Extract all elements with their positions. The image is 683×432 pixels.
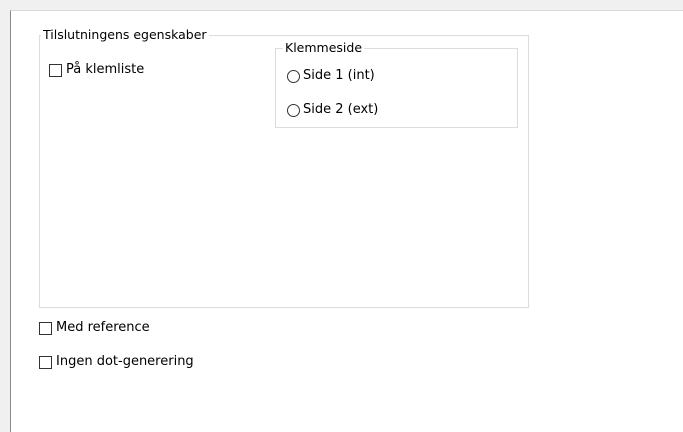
no-dot-generation-checkbox[interactable] — [39, 355, 52, 369]
no-dot-generation-label: Ingen dot-generering — [56, 354, 194, 369]
with-reference-checkbox[interactable] — [39, 321, 52, 335]
no-dot-generation-checkbox-row[interactable]: Ingen dot-generering — [39, 354, 194, 370]
on-terminal-strip-label: På klemliste — [66, 62, 145, 77]
terminal-side-group-title: Klemmeside — [283, 40, 365, 55]
radio-side-1[interactable] — [287, 69, 300, 83]
radio-side-1-label: Side 1 (int) — [303, 68, 375, 83]
properties-panel: Tilslutningens egenskaber På klemliste K… — [10, 10, 683, 432]
with-reference-label: Med reference — [56, 320, 150, 335]
terminal-side-radio-side-2[interactable]: Side 2 (ext) — [287, 102, 378, 118]
with-reference-checkbox-row[interactable]: Med reference — [39, 320, 150, 336]
radio-side-2[interactable] — [287, 103, 300, 117]
connection-properties-group-title: Tilslutningens egenskaber — [41, 27, 209, 42]
on-terminal-strip-checkbox[interactable] — [49, 63, 62, 77]
radio-side-2-label: Side 2 (ext) — [303, 102, 379, 117]
on-terminal-strip-checkbox-row[interactable]: På klemliste — [49, 62, 144, 78]
terminal-side-radio-side-1[interactable]: Side 1 (int) — [287, 68, 375, 84]
